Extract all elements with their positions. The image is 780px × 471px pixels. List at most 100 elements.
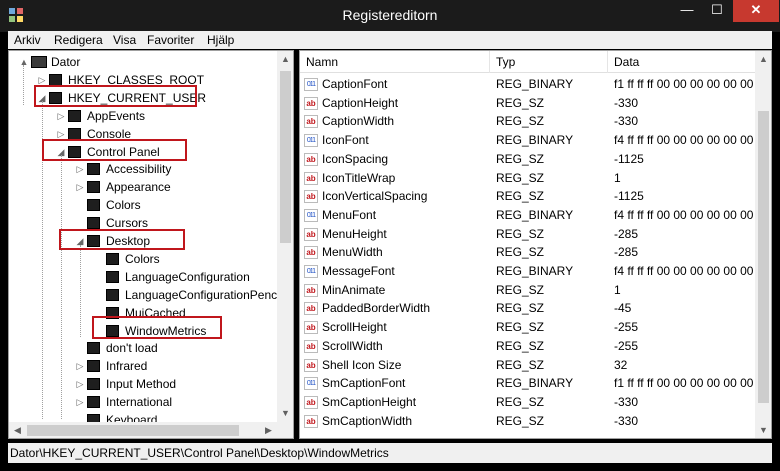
folder-icon <box>68 145 81 158</box>
tree-item-label: Dator <box>51 55 81 69</box>
list-vertical-scrollbar[interactable]: ▲ ▼ <box>755 51 771 438</box>
string-value-icon: ab <box>304 152 318 166</box>
tree-item[interactable]: ▷ Input Method <box>75 375 271 393</box>
binary-value-icon: 011 <box>304 377 318 391</box>
key-tree-panel[interactable]: ▲ Dator ▷ HKEY_CLASSES_ROOT ◢ HKEY_CURRENT_US… <box>8 50 294 439</box>
tree-vertical-scrollbar[interactable]: ▲ ▼ <box>277 51 293 422</box>
menu-favoriter[interactable]: Favoriter <box>147 33 194 47</box>
tree-item[interactable]: ▷ International <box>75 393 271 411</box>
value-name: SmCaptionFont <box>322 376 406 391</box>
expand-arrow-icon[interactable]: ▷ <box>37 71 47 89</box>
scroll-left-arrow-icon[interactable]: ◀ <box>9 422 26 438</box>
value-row[interactable]: ab Shell Icon Size REG_SZ 32 <box>300 356 756 375</box>
string-value-icon: ab <box>304 302 318 316</box>
value-type: REG_SZ <box>496 189 545 204</box>
minimize-button[interactable]: — <box>673 0 701 22</box>
string-value-icon: ab <box>304 395 318 409</box>
tree-item[interactable]: ◢ Control Panel <box>56 143 271 161</box>
value-row[interactable]: ab MinAnimate REG_SZ 1 <box>300 281 756 300</box>
tree-item[interactable]: WindowMetrics <box>94 322 271 340</box>
computer-icon <box>31 56 47 68</box>
value-data: f1 ff ff ff 00 00 00 00 00 00 0 <box>614 77 755 91</box>
tree-item-label: don't load <box>106 341 158 356</box>
value-type: REG_SZ <box>496 245 545 260</box>
expand-arrow-icon[interactable]: ▷ <box>75 375 85 393</box>
tree-item[interactable]: LanguageConfiguration <box>94 268 271 286</box>
tree-item[interactable]: Cursors <box>75 214 271 232</box>
value-name: ScrollWidth <box>322 338 383 353</box>
expand-arrow-icon[interactable]: ▷ <box>75 357 85 375</box>
value-row[interactable]: 011 CaptionFont REG_BINARY f1 ff ff ff 00 0… <box>300 75 756 94</box>
tree-item[interactable]: Colors <box>94 250 271 268</box>
no-arrow <box>75 339 85 357</box>
collapse-arrow-icon[interactable]: ▲ <box>19 53 29 71</box>
scroll-right-arrow-icon[interactable]: ▶ <box>260 422 277 438</box>
values-list-panel[interactable]: Namn Typ Data 011 CaptionFont REG_BINARY f1… <box>299 50 772 439</box>
tree-item[interactable]: ◢ Desktop <box>75 232 271 250</box>
list-scroll-down-arrow-icon[interactable]: ▼ <box>755 422 771 438</box>
tree-item[interactable]: LanguageConfigurationPenc <box>94 286 277 304</box>
value-type: REG_BINARY <box>496 77 574 91</box>
expand-arrow-icon[interactable]: ▷ <box>56 125 66 143</box>
tree-item[interactable]: MuiCached <box>94 304 271 322</box>
value-row[interactable]: ab IconSpacing REG_SZ -1125 <box>300 150 756 169</box>
tree-horizontal-scrollbar[interactable]: ◀ ▶ <box>9 422 277 438</box>
list-vscroll-thumb[interactable] <box>758 111 769 403</box>
binary-value-icon: 011 <box>304 134 318 148</box>
value-row[interactable]: ab IconVerticalSpacing REG_SZ -1125 <box>300 187 756 206</box>
menu-hjalp[interactable]: Hjälp <box>207 33 234 47</box>
binary-value-icon: 011 <box>304 208 318 222</box>
maximize-button[interactable]: ☐ <box>703 0 731 22</box>
title-bar[interactable]: Registereditorn — ☐ ✕ <box>0 0 780 32</box>
menu-redigera[interactable]: Redigera <box>54 33 103 47</box>
folder-icon <box>68 127 81 140</box>
column-header-data[interactable]: Data <box>608 51 758 73</box>
value-row[interactable]: 011 MenuFont REG_BINARY f4 ff ff ff 00 00 0… <box>300 206 756 225</box>
value-row[interactable]: ab CaptionWidth REG_SZ -330 <box>300 112 756 131</box>
value-row[interactable]: ab ScrollHeight REG_SZ -255 <box>300 318 756 337</box>
value-row[interactable]: ab MenuWidth REG_SZ -285 <box>300 243 756 262</box>
binary-value-icon: 011 <box>304 78 318 91</box>
tree-item[interactable]: don't load <box>75 339 271 357</box>
value-data: -1125 <box>614 151 644 166</box>
menu-arkiv[interactable]: Arkiv <box>14 33 41 47</box>
tree-item[interactable]: ▲ Dator <box>19 53 271 71</box>
value-type: REG_SZ <box>496 282 545 297</box>
menu-visa[interactable]: Visa <box>113 33 136 47</box>
scroll-up-arrow-icon[interactable]: ▲ <box>277 51 293 68</box>
tree-item[interactable]: ▷ Accessibility <box>75 160 271 178</box>
close-button[interactable]: ✕ <box>733 0 779 22</box>
value-row[interactable]: 011 SmCaptionFont REG_BINARY f1 ff ff ff 00… <box>300 374 756 393</box>
tree-item-label: LanguageConfiguration <box>125 269 250 284</box>
expand-arrow-icon[interactable]: ▷ <box>75 178 85 196</box>
scroll-down-arrow-icon[interactable]: ▼ <box>277 405 293 422</box>
tree-item[interactable]: ▷ Infrared <box>75 357 271 375</box>
expand-arrow-icon[interactable]: ▷ <box>75 393 85 411</box>
value-row[interactable]: ab SmCaptionHeight REG_SZ -330 <box>300 393 756 412</box>
tree-item[interactable]: ▷ AppEvents <box>56 107 271 125</box>
tree-item-label: Desktop <box>106 234 151 248</box>
value-row[interactable]: ab ScrollWidth REG_SZ -255 <box>300 337 756 356</box>
value-row[interactable]: ab IconTitleWrap REG_SZ 1 <box>300 169 756 188</box>
tree-hscroll-thumb[interactable] <box>27 425 239 436</box>
tree-vscroll-thumb[interactable] <box>280 71 291 243</box>
expand-arrow-icon[interactable]: ▷ <box>75 160 85 178</box>
tree-item[interactable]: ▷ HKEY_CLASSES_ROOT <box>37 71 271 89</box>
value-type: REG_SZ <box>496 301 545 316</box>
value-row[interactable]: ab SmCaptionWidth REG_SZ -330 <box>300 412 756 431</box>
column-header-namn[interactable]: Namn <box>300 51 490 73</box>
value-row[interactable]: ab MenuHeight REG_SZ -285 <box>300 225 756 244</box>
column-header-typ[interactable]: Typ <box>490 51 608 73</box>
tree-item[interactable]: Colors <box>75 196 271 214</box>
value-row[interactable]: 011 IconFont REG_BINARY f4 ff ff ff 00 00 0… <box>300 131 756 150</box>
list-scroll-up-arrow-icon[interactable]: ▲ <box>755 51 771 68</box>
value-row[interactable]: ab CaptionHeight REG_SZ -330 <box>300 94 756 113</box>
string-value-icon: ab <box>304 190 318 204</box>
value-row[interactable]: ab PaddedBorderWidth REG_SZ -45 <box>300 299 756 318</box>
expand-arrow-icon[interactable]: ▷ <box>56 107 66 125</box>
tree-item[interactable]: ▷ Console <box>56 125 271 143</box>
value-row[interactable]: 011 MessageFont REG_BINARY f4 ff ff ff 00 0… <box>300 262 756 281</box>
tree-item[interactable]: ◢ HKEY_CURRENT_USER <box>37 89 271 107</box>
tree-item-label: Colors <box>106 198 141 213</box>
tree-item[interactable]: ▷ Appearance <box>75 178 271 196</box>
